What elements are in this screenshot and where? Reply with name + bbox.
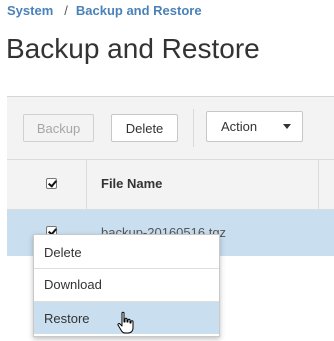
breadcrumb-separator: / [64,3,68,18]
menu-item-download[interactable]: Download [34,268,219,300]
breadcrumb-system-link[interactable]: System [7,3,53,18]
toolbar-divider [193,109,194,147]
column-divider [318,160,319,209]
breadcrumb-current[interactable]: Backup and Restore [76,3,202,18]
hand-pointer-icon [117,311,134,334]
table-header: File Name [7,160,334,210]
column-divider [86,160,87,209]
action-dropdown-label: Action [221,119,258,134]
backup-button[interactable]: Backup [23,114,94,142]
column-header-file-name[interactable]: File Name [101,176,162,191]
page-title: Backup and Restore [6,33,260,64]
breadcrumb: System / Backup and Restore [7,3,202,18]
backup-panel: Backup Delete Action File Name backup-20… [7,96,334,257]
delete-button[interactable]: Delete [111,114,178,142]
select-all-checkbox[interactable] [46,178,57,189]
chevron-down-icon [283,124,291,129]
toolbar: Backup Delete Action [7,97,334,160]
action-dropdown[interactable]: Action [206,111,303,142]
menu-item-delete[interactable]: Delete [34,236,219,268]
